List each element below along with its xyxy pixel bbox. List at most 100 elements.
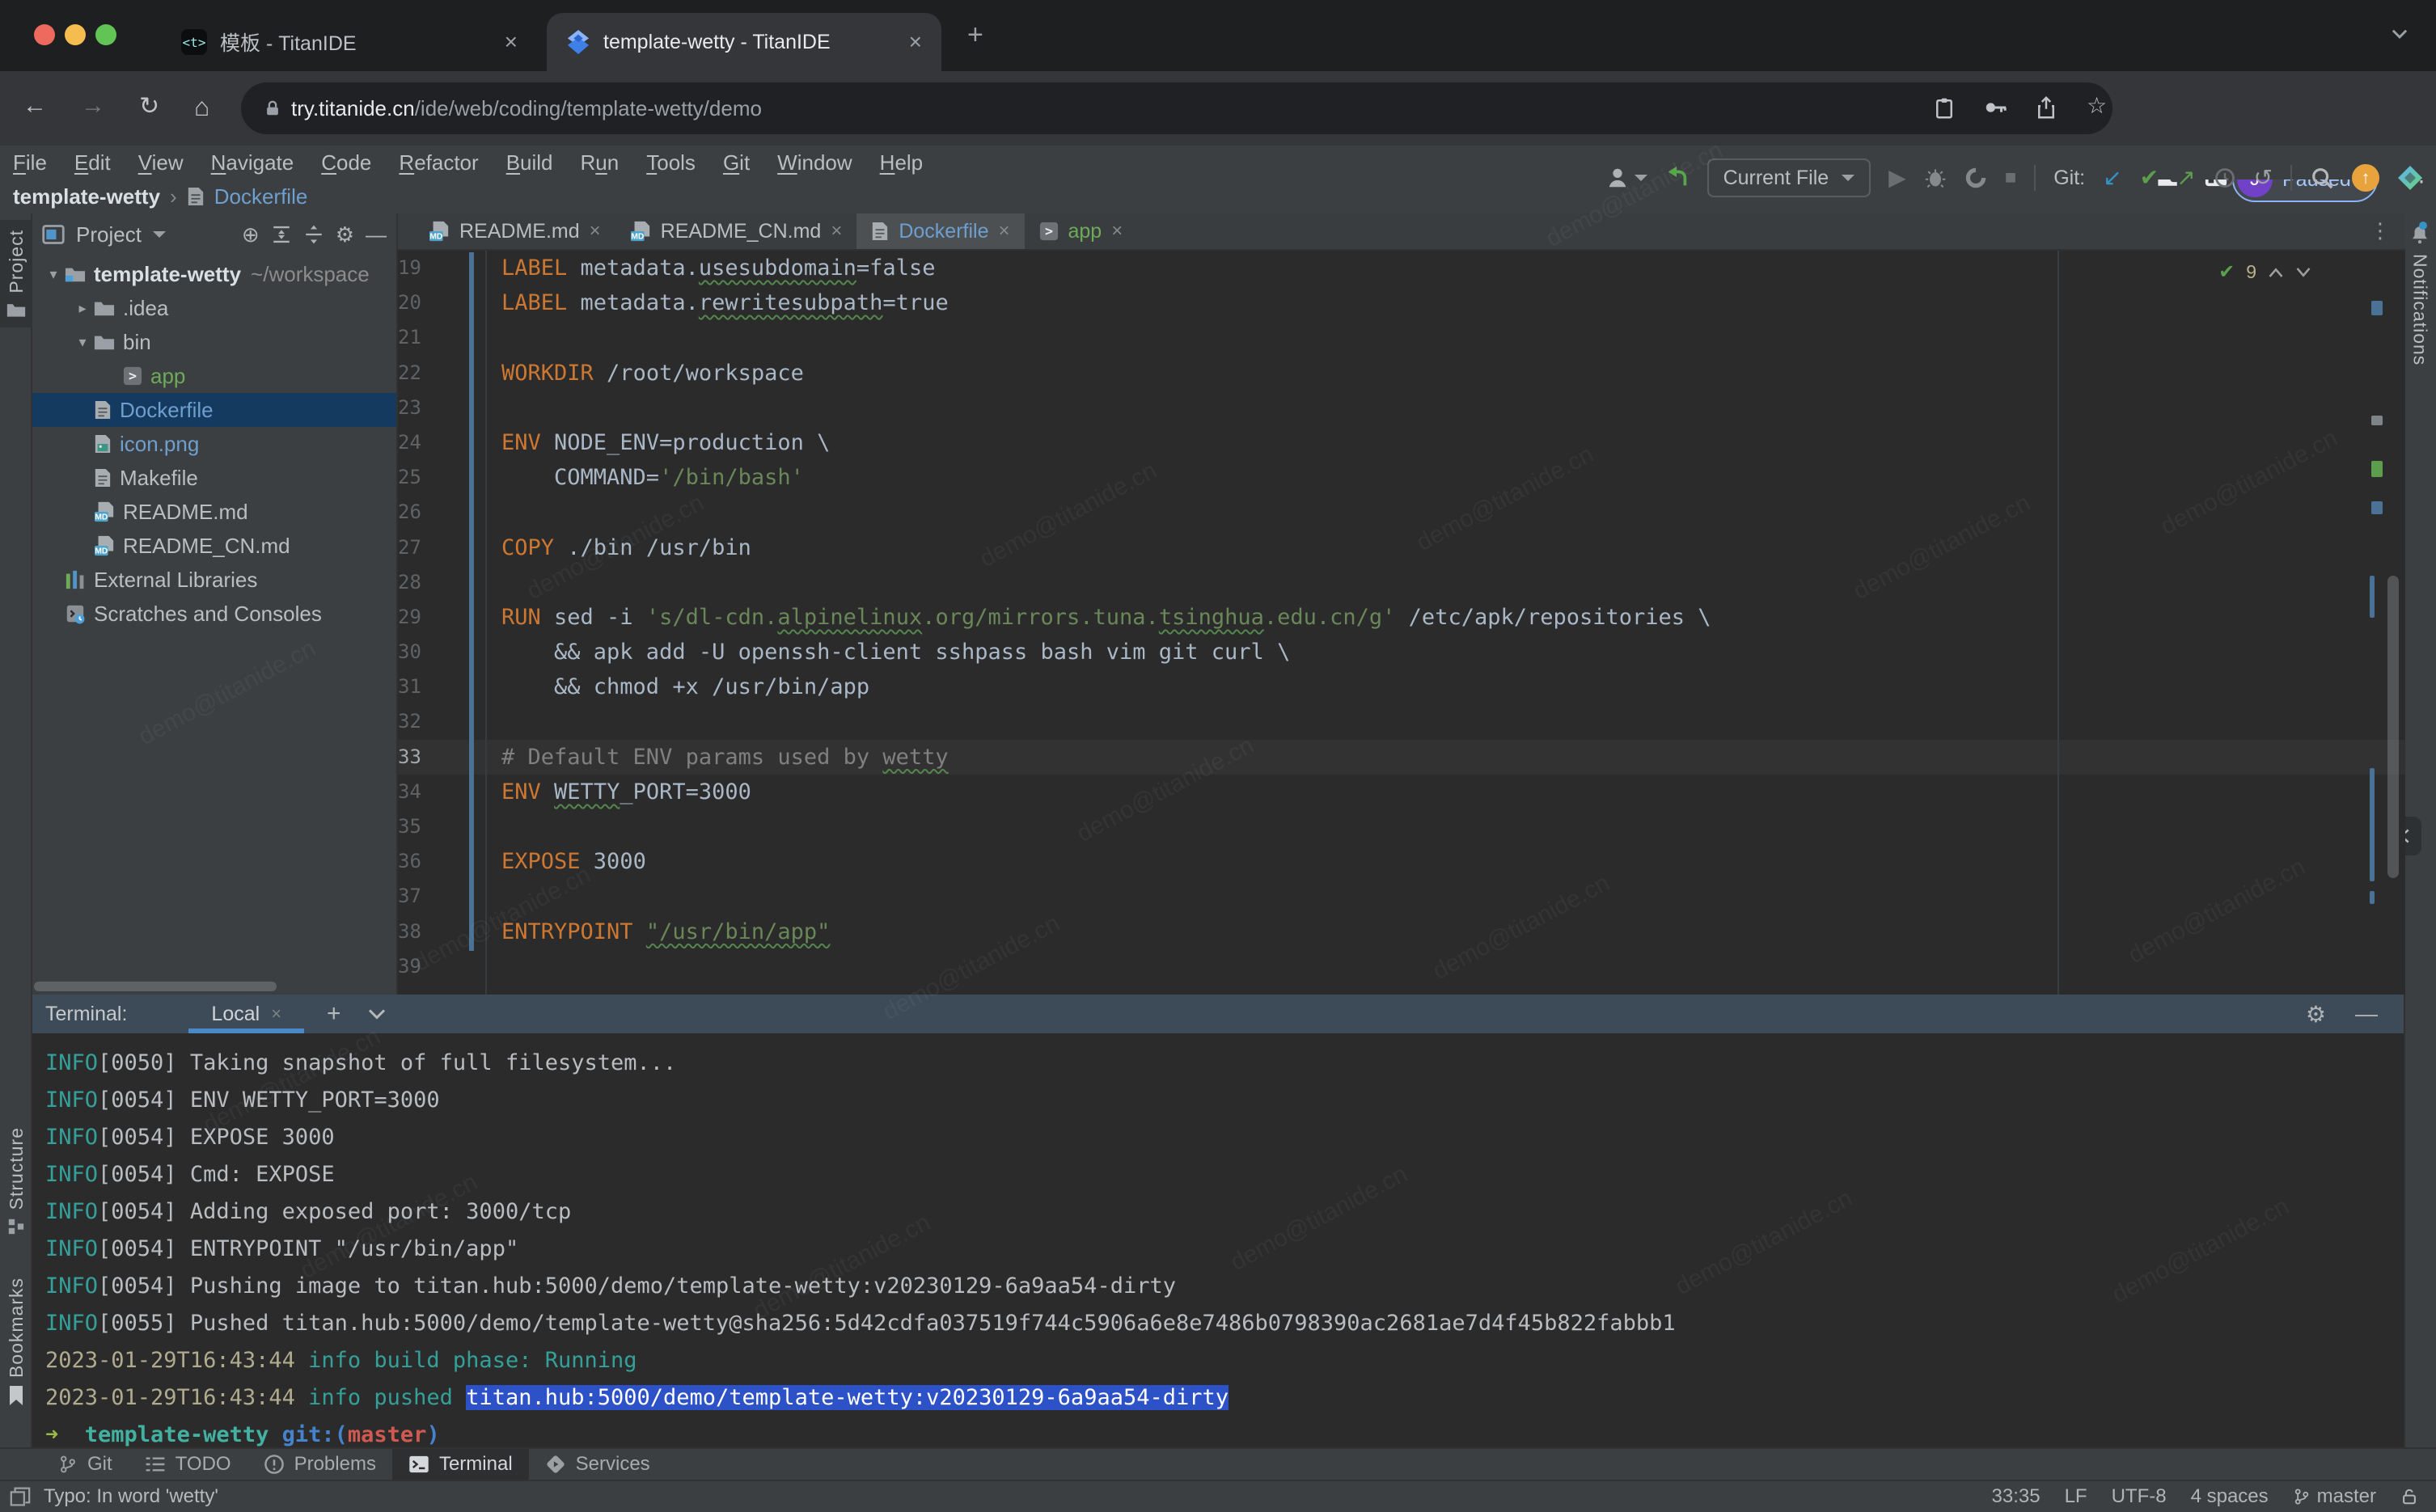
tree-item-readme-cn-md[interactable]: MDREADME_CN.md [32, 529, 396, 563]
password-key-icon[interactable] [1983, 95, 2007, 120]
home-icon[interactable]: ⌂ [194, 92, 209, 122]
tool-window-button-services[interactable]: Services [529, 1449, 666, 1480]
code-line[interactable]: 25 COMMAND='/bin/bash' [398, 460, 2405, 495]
menu-item-edit[interactable]: Edit [74, 150, 111, 175]
code-line[interactable]: 19LABEL metadata.usesubdomain=false [398, 251, 2405, 285]
code-line[interactable]: 28 [398, 565, 2405, 600]
tab-search-chevron-icon[interactable] [2389, 23, 2410, 44]
window-close-button[interactable] [34, 24, 55, 45]
forward-icon[interactable]: → [81, 92, 105, 120]
menu-item-code[interactable]: Code [321, 150, 371, 175]
tab-close-icon[interactable]: × [909, 31, 922, 53]
tree-item-bin[interactable]: ▾bin [32, 325, 396, 359]
tree-item-app[interactable]: >app [32, 359, 396, 393]
code-line[interactable]: 31 && chmod +x /usr/bin/app [398, 669, 2405, 704]
tree-item-icon-png[interactable]: icon.png [32, 427, 396, 461]
code-line[interactable]: 23 [398, 391, 2405, 425]
terminal-output[interactable]: INFO[0050] Taking snapshot of full files… [32, 1033, 2404, 1454]
address-bar[interactable]: try.titanide.cn/ide/web/coding/template-… [241, 82, 2112, 134]
menu-item-git[interactable]: Git [723, 150, 750, 175]
tab-close-icon[interactable]: × [998, 220, 1009, 243]
browser-tab-active[interactable]: template-wetty - TitanIDE × [547, 13, 941, 71]
status-line-separator[interactable]: LF [2065, 1485, 2087, 1508]
horizontal-scrollbar[interactable] [34, 982, 277, 991]
code-line[interactable]: 24ENV NODE_ENV=production \ [398, 425, 2405, 460]
tab-close-icon[interactable]: × [590, 220, 601, 243]
tool-button-bookmarks[interactable]: Bookmarks [0, 1278, 32, 1405]
rollback-icon[interactable]: ↺ [2254, 167, 2273, 189]
code-line[interactable]: 35 [398, 809, 2405, 844]
menu-item-file[interactable]: File [13, 150, 47, 175]
code-line[interactable]: 39 [398, 949, 2405, 984]
tool-button-structure[interactable]: Structure [0, 1127, 32, 1235]
status-windows-icon[interactable] [10, 1487, 31, 1506]
menu-item-refactor[interactable]: Refactor [399, 150, 478, 175]
tree-item-external-libraries[interactable]: External Libraries [32, 563, 396, 597]
code-editor[interactable]: 19LABEL metadata.usesubdomain=false20LAB… [398, 251, 2405, 995]
run-configuration-select[interactable]: Current File [1707, 158, 1871, 197]
menu-item-help[interactable]: Help [880, 150, 923, 175]
editor-tab-app[interactable]: >app× [1025, 213, 1138, 249]
git-commit-check-icon[interactable]: ✔ [2140, 167, 2159, 189]
new-terminal-session-button[interactable]: + [327, 1000, 341, 1028]
status-unlock-icon[interactable] [2400, 1487, 2418, 1506]
terminal-hide-icon[interactable]: — [2355, 1001, 2378, 1027]
terminal-sessions-chevron-icon[interactable] [367, 1006, 387, 1022]
tab-close-icon[interactable]: × [1111, 220, 1123, 243]
tree-item-scratches-and-consoles[interactable]: Scratches and Consoles [32, 597, 396, 631]
menu-item-window[interactable]: Window [777, 150, 852, 175]
status-message[interactable]: Typo: In word 'wetty' [44, 1485, 218, 1508]
run-button[interactable]: ▶ [1888, 167, 1906, 189]
tool-window-button-git[interactable]: Git [42, 1449, 129, 1480]
tool-button-project[interactable]: Project [0, 220, 32, 327]
debug-button[interactable] [1924, 167, 1947, 189]
search-everywhere-icon[interactable] [2310, 166, 2334, 190]
tree-item-dockerfile[interactable]: Dockerfile [32, 393, 396, 427]
code-line[interactable]: 27COPY ./bin /usr/bin [398, 530, 2405, 565]
code-line[interactable]: 36EXPOSE 3000 [398, 844, 2405, 879]
share-icon[interactable] [2035, 95, 2057, 120]
menu-item-navigate[interactable]: Navigate [211, 150, 294, 175]
code-line[interactable]: 34ENV WETTY_PORT=3000 [398, 775, 2405, 809]
tab-close-icon[interactable]: × [505, 31, 518, 53]
code-line[interactable]: 32 [398, 704, 2405, 739]
tab-close-icon[interactable]: × [831, 220, 842, 243]
status-caret-position[interactable]: 33:35 [1992, 1485, 2041, 1508]
profile-menu-button[interactable] [1605, 166, 1647, 190]
stripe-mark-ok[interactable] [2371, 461, 2383, 477]
browser-tab-inactive[interactable]: <t> 模板 - TitanIDE × [162, 13, 537, 71]
tree-chevron-icon[interactable]: ▾ [71, 334, 94, 351]
editor-tab-readme-cn-md[interactable]: MDREADME_CN.md× [615, 213, 857, 249]
status-file-encoding[interactable]: UTF-8 [2112, 1485, 2167, 1508]
reload-icon[interactable]: ↻ [139, 92, 159, 120]
code-line[interactable]: 21 [398, 320, 2405, 355]
code-line[interactable]: 26 [398, 495, 2405, 530]
tree-chevron-icon[interactable]: ▾ [42, 266, 65, 283]
window-minimize-button[interactable] [65, 24, 86, 45]
editor-tab-dockerfile[interactable]: Dockerfile× [856, 213, 1024, 249]
tree-item-makefile[interactable]: Makefile [32, 461, 396, 495]
menu-item-run[interactable]: Run [581, 150, 620, 175]
git-push-icon[interactable]: ↗ [2176, 167, 2195, 189]
new-tab-button[interactable]: + [967, 19, 983, 51]
clipboard-icon[interactable] [1933, 95, 1956, 120]
editor-scrollbar-thumb[interactable] [2387, 576, 2399, 878]
run-with-coverage-button[interactable] [1964, 167, 1987, 189]
code-line[interactable]: 22WORKDIR /root/workspace [398, 356, 2405, 391]
menu-item-view[interactable]: View [138, 150, 184, 175]
code-line[interactable]: 29RUN sed -i 's/dl-cdn.alpinelinux.org/m… [398, 600, 2405, 635]
prev-problem-icon[interactable] [2268, 266, 2284, 279]
bookmark-star-icon[interactable]: ☆ [2087, 92, 2107, 119]
project-panel-title[interactable]: Project [76, 222, 142, 247]
stripe-mark-change[interactable] [2371, 501, 2383, 514]
code-line[interactable]: 30 && apk add -U openssh-client sshpass … [398, 635, 2405, 669]
git-update-icon[interactable]: ↙ [2103, 167, 2121, 189]
settings-gear-icon[interactable]: ⚙ [336, 224, 354, 245]
locate-file-icon[interactable]: ⊕ [242, 224, 260, 245]
menu-item-build[interactable]: Build [506, 150, 553, 175]
terminal-settings-gear-icon[interactable]: ⚙ [2306, 1001, 2326, 1028]
tree-item-template-wetty[interactable]: ▾template-wetty~/workspace [32, 257, 396, 291]
stripe-mark-change[interactable] [2370, 576, 2375, 618]
stripe-mark-change[interactable] [2371, 301, 2383, 315]
build-project-button[interactable] [1665, 166, 1690, 190]
